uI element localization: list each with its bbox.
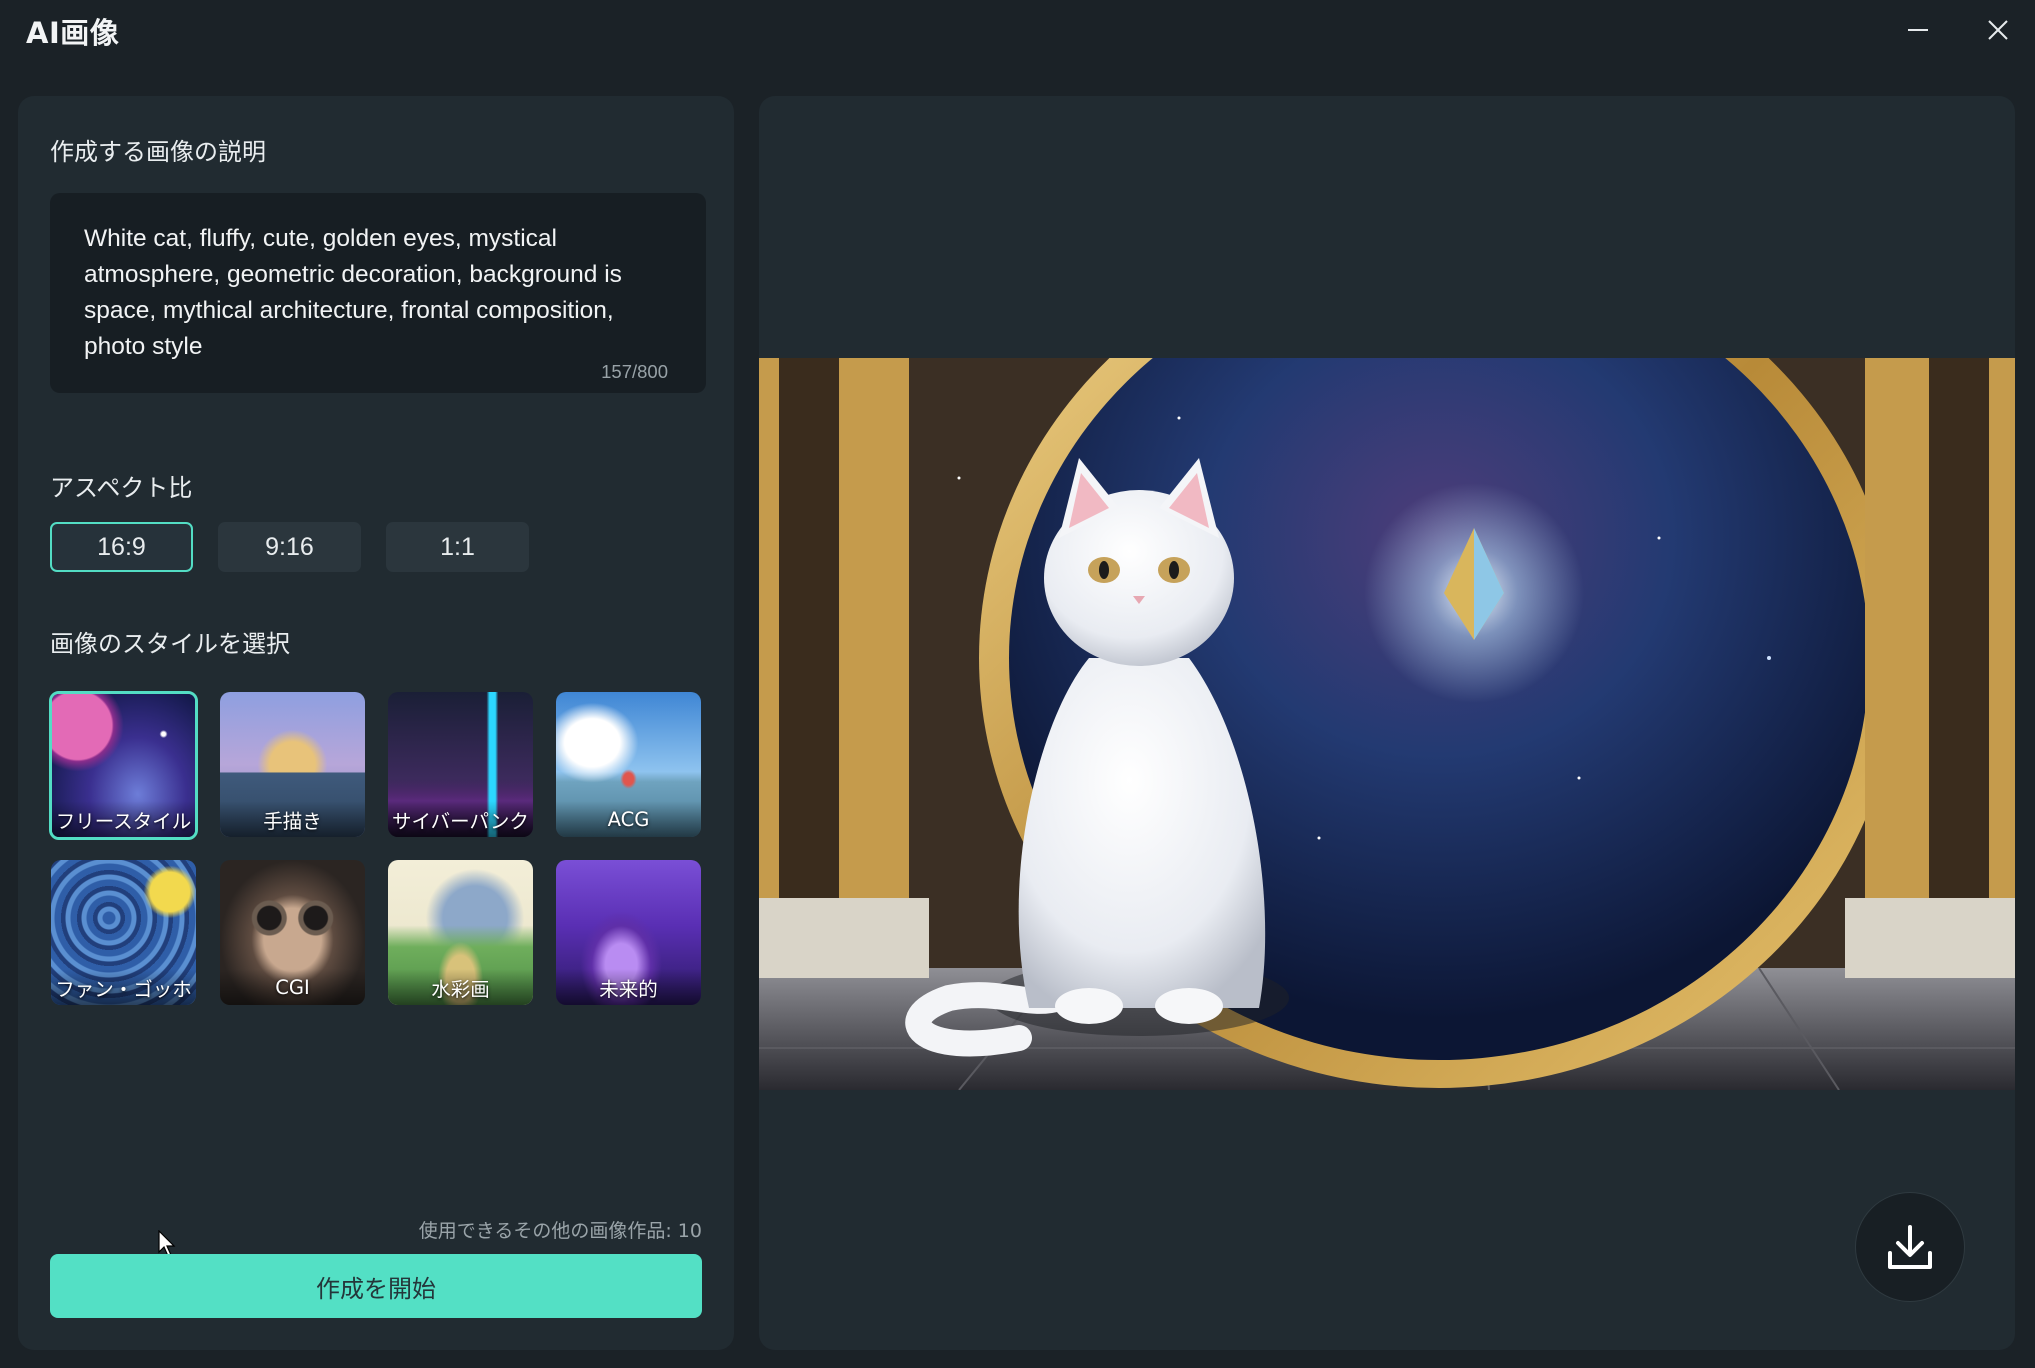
style-label-futuristic: 未来的 (556, 969, 701, 1005)
style-label-acg: ACG (556, 801, 701, 837)
style-tile-watercolor[interactable]: 水彩画 (388, 860, 533, 1005)
prompt-textarea[interactable]: White cat, fluffy, cute, golden eyes, my… (84, 221, 674, 365)
download-icon (1888, 1225, 1932, 1269)
style-label-cgi: CGI (220, 969, 365, 1005)
aspect-ratio-9-16-button[interactable]: 9:16 (218, 522, 361, 572)
preview-panel (759, 96, 2015, 1350)
style-label-van-gogh: ファン・ゴッホ (51, 969, 196, 1005)
close-button[interactable] (1976, 10, 2020, 50)
prompt-input-box[interactable]: White cat, fluffy, cute, golden eyes, my… (50, 193, 706, 393)
prompt-label: 作成する画像の説明 (50, 138, 266, 166)
aspect-ratio-label: アスペクト比 (50, 474, 193, 502)
style-label-hand-drawn: 手描き (220, 801, 365, 837)
start-generation-button[interactable]: 作成を開始 (50, 1254, 702, 1318)
aspect-ratio-1-1-button[interactable]: 1:1 (386, 522, 529, 572)
style-label-cyberpunk: サイバーパンク (388, 801, 533, 837)
style-tile-futuristic[interactable]: 未来的 (556, 860, 701, 1005)
style-label: 画像のスタイルを選択 (50, 630, 290, 658)
style-tile-cyberpunk[interactable]: サイバーパンク (388, 692, 533, 837)
aspect-ratio-16-9-button[interactable]: 16:9 (50, 522, 193, 572)
minimize-icon (1908, 29, 1928, 31)
style-tile-acg[interactable]: ACG (556, 692, 701, 837)
style-tile-van-gogh[interactable]: ファン・ゴッホ (51, 860, 196, 1005)
download-button[interactable] (1855, 1192, 1965, 1302)
remaining-credits: 使用できるその他の画像作品: 10 (418, 1220, 702, 1242)
character-count: 157/800 (601, 361, 668, 382)
style-label-freestyle: フリースタイル (52, 801, 195, 837)
style-tile-freestyle[interactable]: フリースタイル (49, 691, 198, 840)
title-bar: AI画像 (0, 0, 2035, 80)
style-label-watercolor: 水彩画 (388, 969, 533, 1005)
close-icon (1988, 20, 2008, 40)
generated-image (759, 358, 2015, 1090)
white-cat-space-portal-image (759, 358, 2015, 1090)
style-tile-cgi[interactable]: CGI (220, 860, 365, 1005)
settings-panel: 作成する画像の説明 White cat, fluffy, cute, golde… (18, 96, 734, 1350)
app-title: AI画像 (26, 16, 120, 50)
minimize-button[interactable] (1896, 10, 1940, 50)
style-tile-hand-drawn[interactable]: 手描き (220, 692, 365, 837)
